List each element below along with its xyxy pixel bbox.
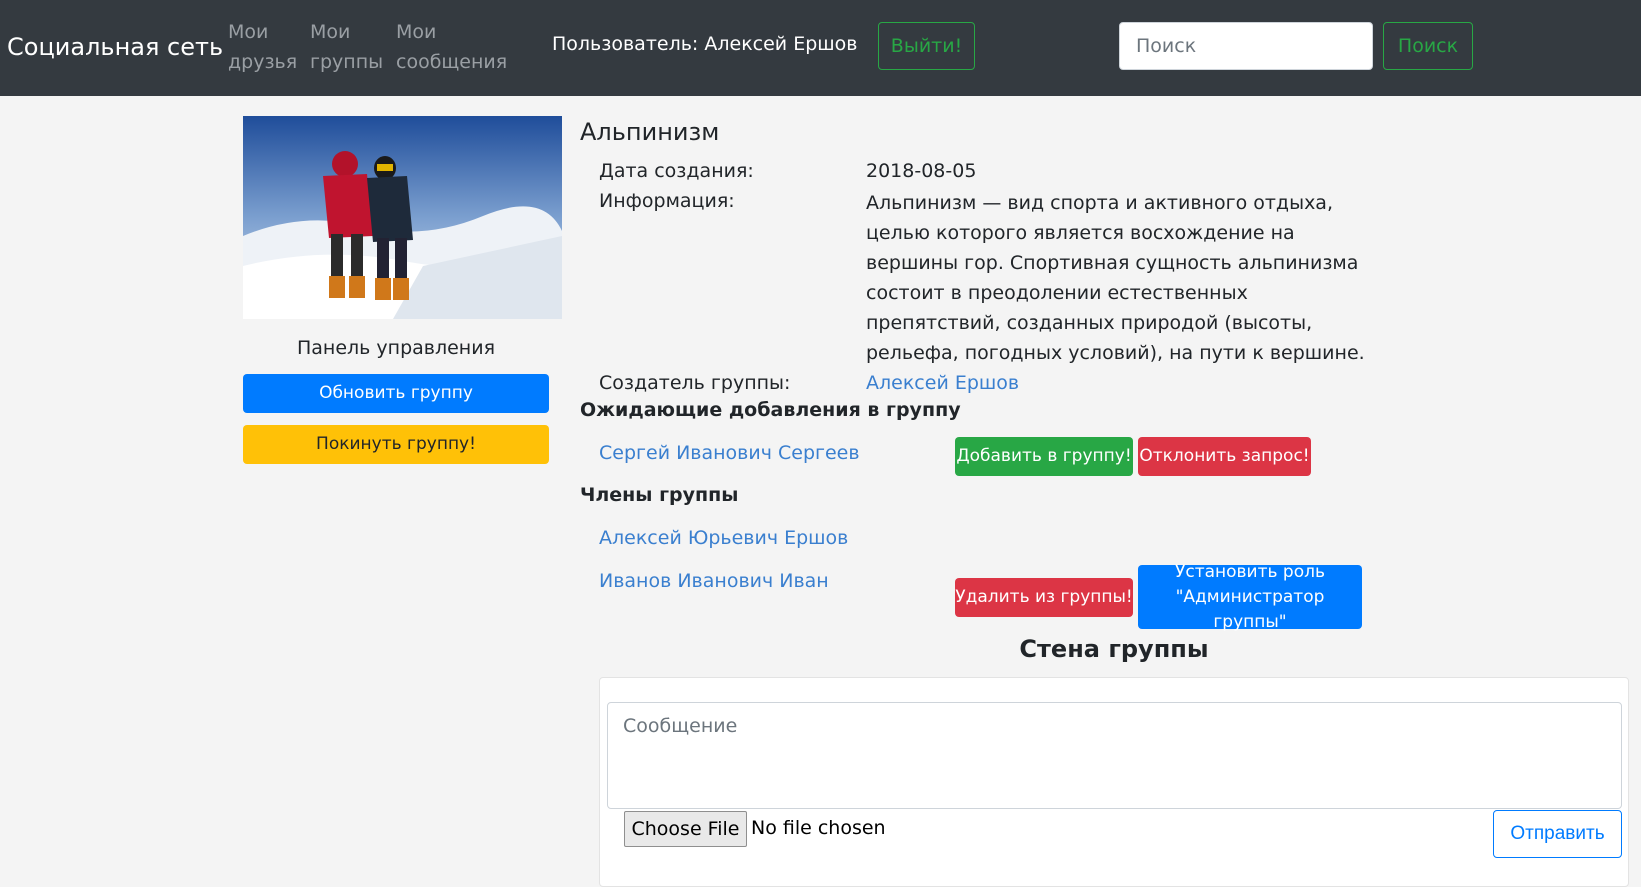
info-value: Альпинизм — вид спорта и активного отдых… [866,192,1365,364]
set-admin-role-button[interactable]: Установить роль "Администратор группы" [1138,562,1362,632]
pending-user-link[interactable]: Сергей Иванович Сергеев [599,442,860,464]
remove-member-button[interactable]: Удалить из группы! [955,578,1133,617]
nav-my-groups-line2: группы [310,51,384,73]
nav-my-messages-line1: Мои [396,21,437,43]
brand-logo[interactable]: Социальная сеть [7,33,223,61]
accept-request-button[interactable]: Добавить в группу! [955,437,1133,476]
update-group-button[interactable]: Обновить группу [243,374,549,413]
choose-file-button[interactable]: Choose File [624,811,747,847]
nav-my-friends-line1: Мои [228,21,269,43]
nav-my-messages-line2: сообщения [396,51,508,73]
info-label: Информация: [599,190,735,212]
reject-request-button[interactable]: Отклонить запрос! [1138,437,1311,476]
nav-my-friends-line2: друзья [228,51,298,73]
message-input[interactable] [607,702,1622,809]
nav-my-messages[interactable]: Мои сообщения [396,17,507,77]
group-name: Альпинизм [580,118,720,146]
mountaineers-photo-icon [243,116,562,319]
nav-my-groups[interactable]: Мои группы [310,17,383,77]
creator-link[interactable]: Алексей Ершов [866,368,1019,398]
pending-requests-title: Ожидающие добавления в группу [580,399,961,421]
creator-label: Создатель группы: [599,372,791,394]
send-message-button[interactable]: Отправить [1493,810,1622,858]
member-link[interactable]: Алексей Юрьевич Ершов [599,527,848,549]
created-date-label: Дата создания: [599,160,754,182]
set-admin-role-line1: Установить роль [1174,561,1325,582]
top-navbar: Социальная сеть Мои друзья Мои группы Мо… [0,0,1641,96]
set-admin-role-line2: "Администратор группы" [1175,586,1325,632]
current-user-label: Пользователь: Алексей Ершов [552,33,858,55]
logout-button[interactable]: Выйти! [878,22,975,70]
group-photo [243,116,562,319]
group-wall-title: Стена группы [1019,635,1209,663]
leave-group-button[interactable]: Покинуть группу! [243,425,549,464]
control-panel-title: Панель управления [296,337,496,359]
nav-my-friends[interactable]: Мои друзья [228,17,297,77]
nav-my-groups-line1: Мои [310,21,351,43]
file-status-text: No file chosen [751,817,886,839]
member-link[interactable]: Иванов Иванович Иван [599,570,829,592]
search-input[interactable] [1119,22,1373,70]
created-date-value: 2018-08-05 [866,160,977,182]
search-button[interactable]: Поиск [1383,22,1473,70]
members-title: Члены группы [580,484,739,506]
